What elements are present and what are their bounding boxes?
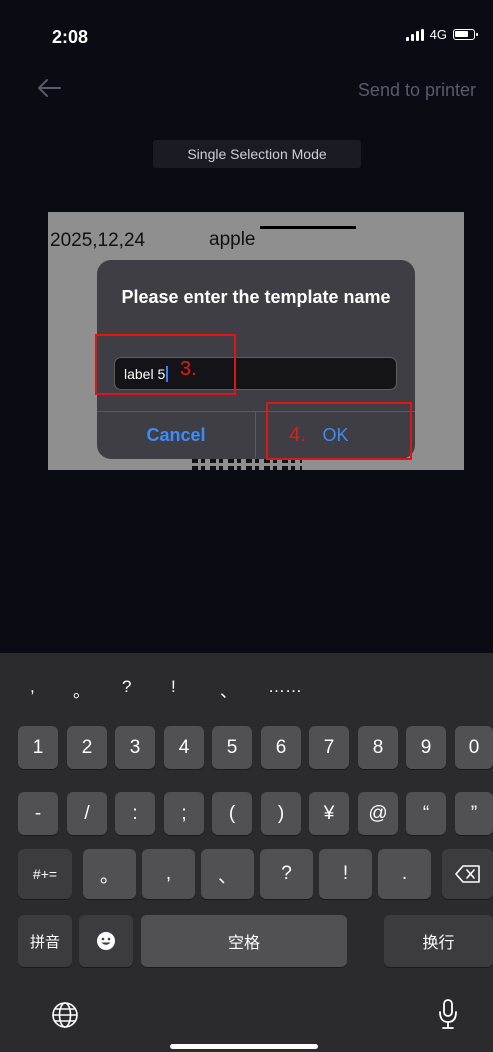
key-cn-comma[interactable]: , [142, 849, 195, 899]
key-7[interactable]: 7 [309, 726, 349, 769]
key-semicolon[interactable]: ; [164, 792, 204, 835]
key-2[interactable]: 2 [67, 726, 107, 769]
key-cn-question[interactable]: ? [260, 849, 313, 899]
key-more-symbols[interactable]: #+= [18, 849, 72, 899]
cancel-button[interactable]: Cancel [97, 412, 255, 459]
annotation-box-step3 [95, 334, 236, 395]
key-8[interactable]: 8 [358, 726, 398, 769]
key-cn-exclaim[interactable]: ! [319, 849, 372, 899]
key-right-quote[interactable]: ” [455, 792, 493, 835]
key-at[interactable]: @ [358, 792, 398, 835]
globe-icon[interactable] [51, 1001, 79, 1029]
key-left-quote[interactable]: “ [406, 792, 446, 835]
key-hyphen[interactable]: - [18, 792, 58, 835]
key-9[interactable]: 9 [406, 726, 446, 769]
candidate-ellipsis[interactable]: …… [268, 677, 302, 697]
candidate-exclaim[interactable]: ! [171, 677, 176, 697]
key-5[interactable]: 5 [212, 726, 252, 769]
send-to-printer-button[interactable]: Send to printer [358, 80, 476, 101]
annotation-box-step4 [266, 402, 412, 460]
key-cn-period[interactable]: 。 [83, 849, 136, 899]
selection-mode-pill[interactable]: Single Selection Mode [153, 140, 361, 168]
key-yen[interactable]: ¥ [309, 792, 349, 835]
candidate-comma[interactable]: , [30, 677, 35, 697]
key-colon[interactable]: : [115, 792, 155, 835]
annotation-step3-label: 3. [180, 358, 197, 380]
candidate-question[interactable]: ? [122, 677, 131, 697]
key-6[interactable]: 6 [261, 726, 301, 769]
key-dot[interactable]: . [378, 849, 431, 899]
key-slash[interactable]: / [67, 792, 107, 835]
key-4[interactable]: 4 [164, 726, 204, 769]
space-key[interactable]: 空格 [141, 915, 347, 967]
signal-icon [405, 28, 424, 41]
candidate-dunhao[interactable]: 、 [220, 677, 237, 702]
canvas-date-text: 2025,12,24 [50, 230, 146, 251]
emoji-icon[interactable] [79, 915, 133, 967]
status-time: 2:08 [52, 27, 89, 47]
battery-icon [453, 29, 478, 40]
network-label: 4G [429, 27, 447, 42]
home-indicator [170, 1044, 318, 1049]
candidate-period[interactable]: 。 [73, 677, 90, 702]
dialog-title: Please enter the template name [121, 287, 391, 307]
status-indicators: 4G [405, 27, 478, 42]
key-1[interactable]: 1 [18, 726, 58, 769]
key-open-paren[interactable]: ( [212, 792, 252, 835]
key-3[interactable]: 3 [115, 726, 155, 769]
keyboard: , 。 ? ! 、 …… 1 2 3 4 5 6 7 8 9 0 - / : ;… [0, 653, 493, 1052]
key-pinyin[interactable]: 拼音 [18, 915, 72, 967]
canvas-word-text: apple [209, 229, 256, 250]
annotation-step4-label: 4. [289, 424, 306, 446]
key-cn-dunhao[interactable]: 、 [201, 849, 254, 899]
microphone-icon[interactable] [437, 998, 459, 1030]
canvas-line [260, 226, 356, 229]
key-0[interactable]: 0 [455, 726, 493, 769]
backspace-icon[interactable] [442, 849, 493, 899]
return-key[interactable]: 换行 [384, 915, 493, 967]
key-close-paren[interactable]: ) [261, 792, 301, 835]
back-arrow-icon[interactable] [34, 74, 64, 102]
